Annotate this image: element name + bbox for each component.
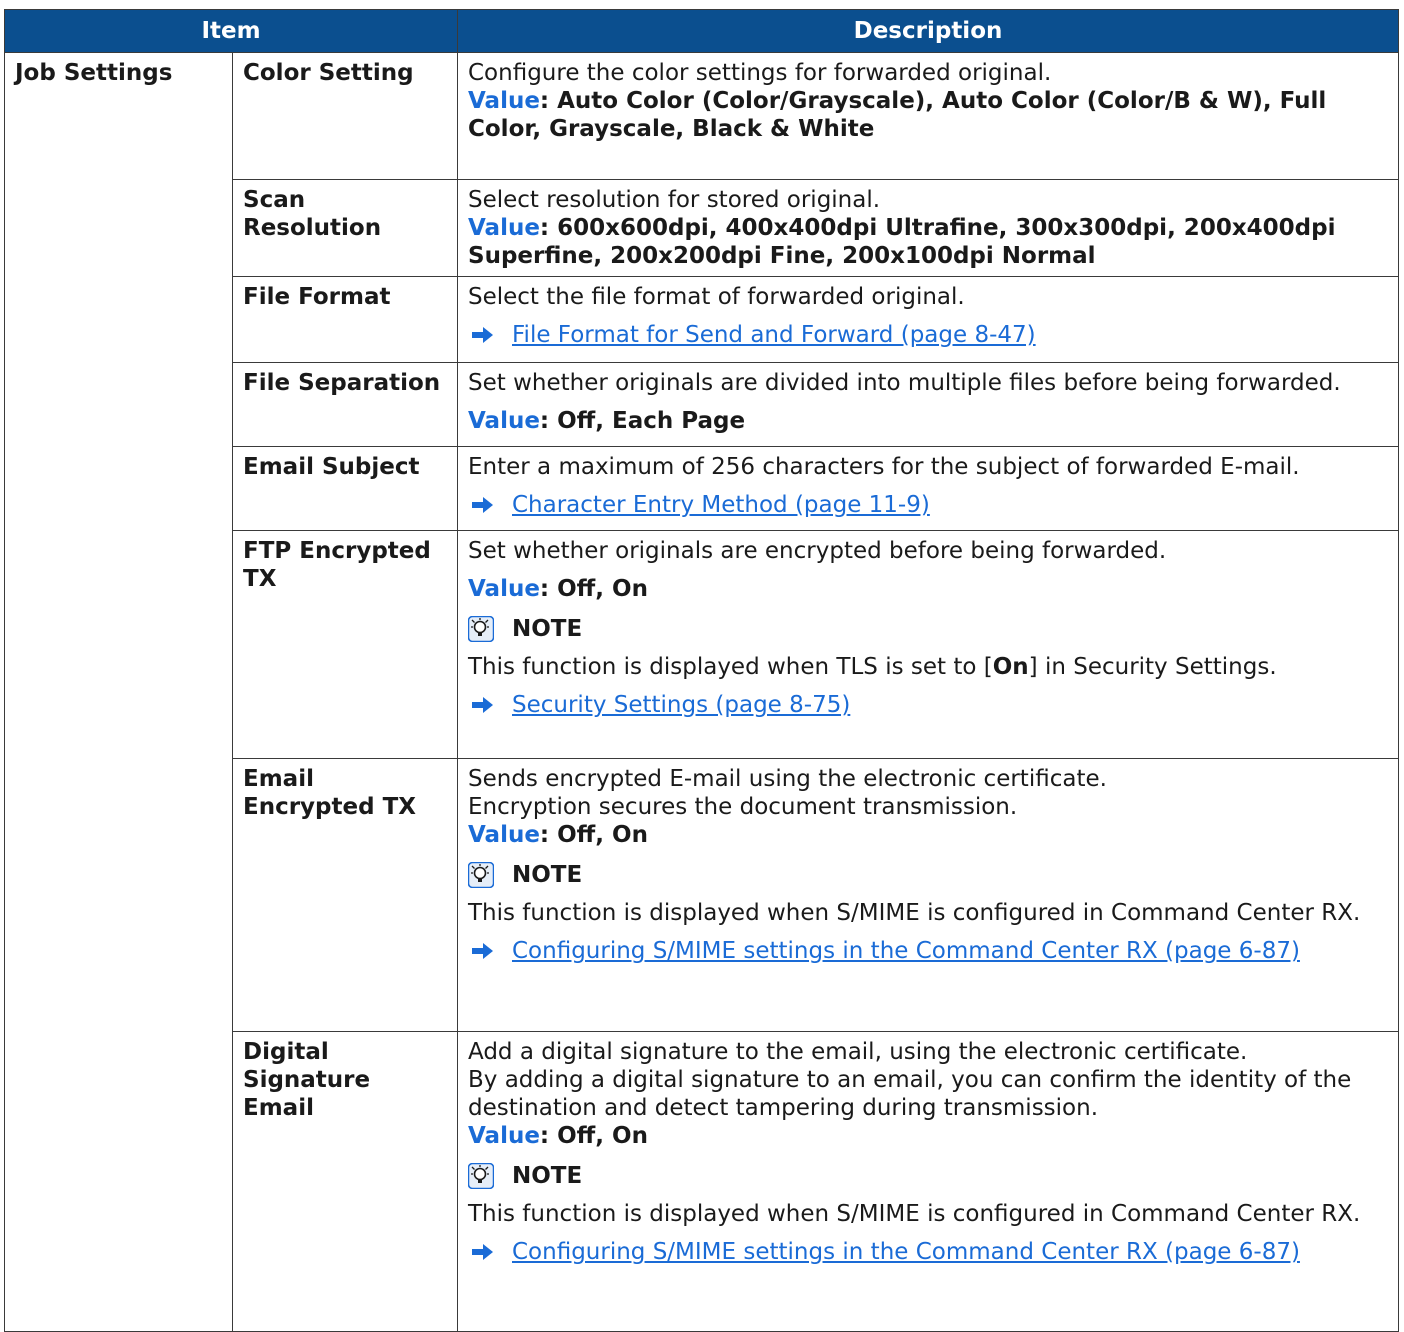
cross-reference: File Format for Send and Forward (page 8… [468, 321, 1388, 349]
value-label: Value [468, 1123, 540, 1149]
value-line: Value: Off, Each Page [468, 407, 1388, 435]
value-label: Value [468, 822, 540, 848]
xref-link[interactable]: Configuring S/MIME settings in the Comma… [512, 937, 1300, 965]
note-text-bold: On [992, 654, 1029, 680]
cross-reference: Character Entry Method (page 11-9) [468, 491, 1388, 519]
arrow-right-icon [472, 326, 494, 344]
value-line: Value: Off, On [468, 575, 1388, 603]
cross-reference: Security Settings (page 8-75) [468, 691, 1388, 719]
description-text-2: By adding a digital signature to an emai… [468, 1067, 1352, 1121]
value-text: : Off, Each Page [539, 408, 746, 434]
note-text: This function is displayed when S/MIME i… [468, 900, 1361, 926]
table-row: Job Settings Color Setting Configure the… [4, 52, 1399, 1332]
description-text: Select the file format of forwarded orig… [468, 284, 965, 310]
value-text: : 600x600dpi, 400x400dpi Ultrafine, 300x… [468, 215, 1336, 269]
item-description: Configure the color settings for forward… [457, 52, 1399, 180]
cross-reference: Configuring S/MIME settings in the Comma… [468, 937, 1388, 965]
value-line: Value: Auto Color (Color/Grayscale), Aut… [468, 87, 1388, 143]
item-name: Email Encrypted TX [232, 758, 458, 1032]
item-description: Select the file format of forwarded orig… [457, 276, 1399, 363]
note-heading: NOTE [468, 861, 1388, 889]
value-label: Value [468, 408, 540, 434]
value-text: : Off, On [539, 822, 648, 848]
value-line: Value: 600x600dpi, 400x400dpi Ultrafine,… [468, 214, 1388, 270]
arrow-right-icon [472, 942, 494, 960]
lightbulb-note-icon [468, 1163, 494, 1189]
xref-link[interactable]: File Format for Send and Forward (page 8… [512, 321, 1036, 349]
note-label: NOTE [512, 1163, 583, 1189]
description-text: Sends encrypted E-mail using the electro… [468, 766, 1107, 792]
item-description: Sends encrypted E-mail using the electro… [457, 758, 1399, 1032]
xref-link[interactable]: Configuring S/MIME settings in the Comma… [512, 1238, 1300, 1266]
description-text: Set whether originals are divided into m… [468, 370, 1341, 396]
value-label: Value [468, 576, 540, 602]
item-description: Set whether originals are divided into m… [457, 362, 1399, 447]
value-text: : Off, On [539, 576, 648, 602]
note-heading: NOTE [468, 615, 1388, 643]
item-description: Select resolution for stored original. V… [457, 179, 1399, 277]
header-item: Item [4, 9, 458, 53]
item-name: Color Setting [232, 52, 458, 180]
description-text: Enter a maximum of 256 characters for th… [468, 454, 1300, 480]
value-line: Value: Off, On [468, 821, 1388, 849]
value-label: Value [468, 88, 540, 114]
item-name: Digital Signature Email [232, 1031, 458, 1332]
note-label: NOTE [512, 862, 583, 888]
item-description: Set whether originals are encrypted befo… [457, 530, 1399, 759]
note-text-part: This function is displayed when TLS is s… [468, 654, 993, 680]
description-text: Configure the color settings for forward… [468, 60, 1052, 86]
arrow-right-icon [472, 696, 494, 714]
item-name: Scan Resolution [232, 179, 458, 277]
table-header-row: Item Description [4, 9, 1399, 53]
group-label-job-settings: Job Settings [4, 52, 233, 1332]
value-label: Value [468, 215, 540, 241]
value-text: : Auto Color (Color/Grayscale), Auto Col… [468, 88, 1327, 142]
description-text: Set whether originals are encrypted befo… [468, 538, 1167, 564]
note-label: NOTE [512, 616, 583, 642]
lightbulb-note-icon [468, 862, 494, 888]
note-text: This function is displayed when S/MIME i… [468, 1201, 1361, 1227]
xref-link[interactable]: Security Settings (page 8-75) [512, 691, 850, 719]
value-text: : Off, On [539, 1123, 648, 1149]
item-description: Add a digital signature to the email, us… [457, 1031, 1399, 1332]
value-line: Value: Off, On [468, 1122, 1388, 1150]
note-text-part: ] in Security Settings. [1028, 654, 1277, 680]
description-text: Select resolution for stored original. [468, 187, 881, 213]
item-name: File Separation [232, 362, 458, 447]
note-heading: NOTE [468, 1162, 1388, 1190]
item-name: File Format [232, 276, 458, 363]
cross-reference: Configuring S/MIME settings in the Comma… [468, 1238, 1388, 1266]
description-text: Add a digital signature to the email, us… [468, 1039, 1248, 1065]
arrow-right-icon [472, 496, 494, 514]
xref-link[interactable]: Character Entry Method (page 11-9) [512, 491, 930, 519]
arrow-right-icon [472, 1243, 494, 1261]
note-text: This function is displayed when TLS is s… [468, 653, 1388, 681]
item-name: FTP Encrypted TX [232, 530, 458, 759]
item-name: Email Subject [232, 446, 458, 531]
header-description: Description [457, 9, 1399, 53]
item-description: Enter a maximum of 256 characters for th… [457, 446, 1399, 531]
description-text-2: Encryption secures the document transmis… [468, 794, 1018, 820]
lightbulb-note-icon [468, 616, 494, 642]
settings-table: Item Description Job Settings Color Sett… [4, 9, 1399, 1332]
